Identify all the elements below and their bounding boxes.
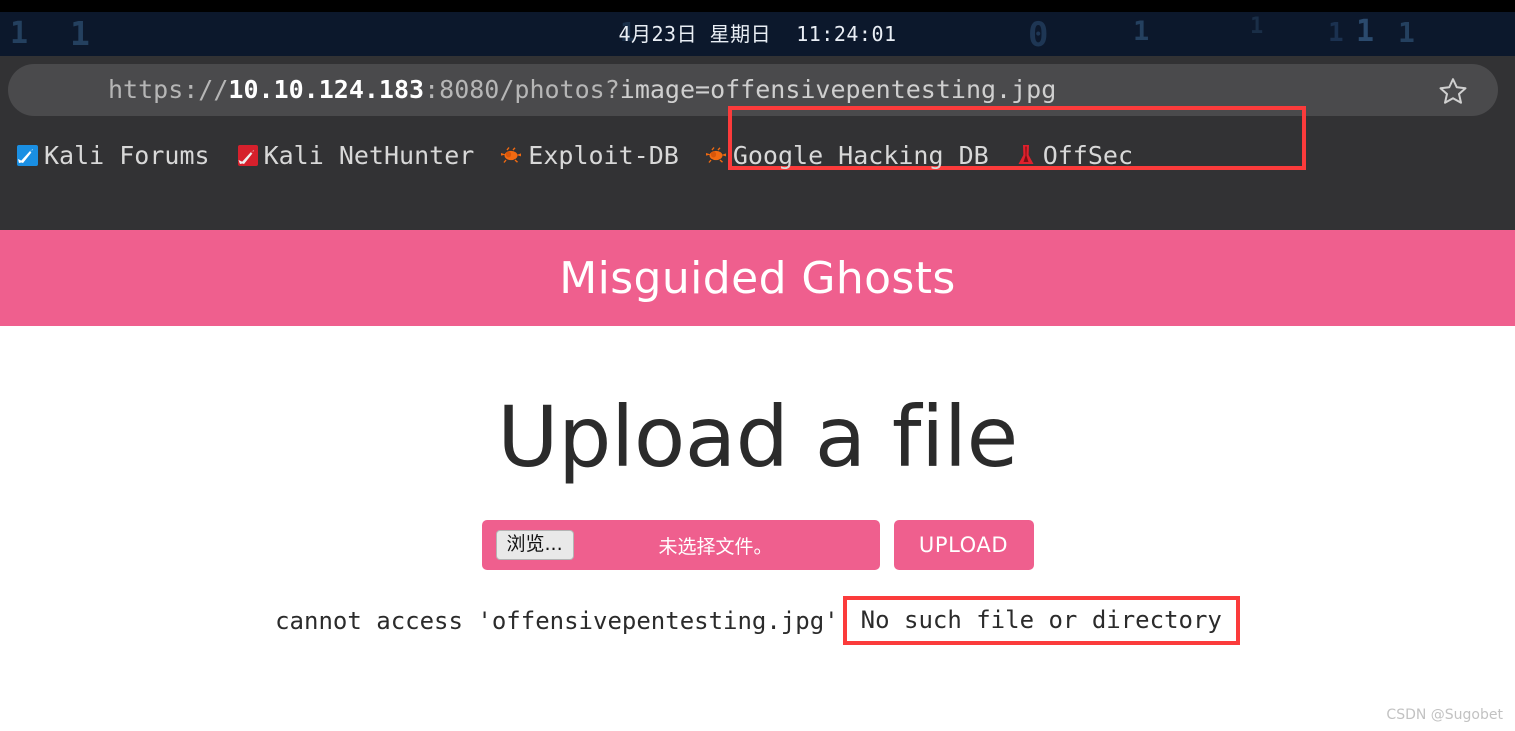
bookmark-offsec[interactable]: OffSec xyxy=(1013,141,1133,170)
site-title: Misguided Ghosts xyxy=(559,252,956,304)
exploitdb-bug-icon xyxy=(498,142,524,168)
exploitdb-bug-icon xyxy=(703,142,729,168)
url-path: :8080/photos? xyxy=(424,75,620,104)
watermark: CSDN @Sugobet xyxy=(1386,707,1503,723)
site-banner: Misguided Ghosts xyxy=(0,230,1515,326)
url-query: image=offensivepentesting.jpg xyxy=(619,75,1057,104)
url-text: https://10.10.124.183:8080/photos?image=… xyxy=(108,64,1056,116)
kali-dragon-red-icon xyxy=(234,142,260,168)
offsec-dragon-icon xyxy=(1013,142,1039,168)
browser-chrome: https://10.10.124.183:8080/photos?image=… xyxy=(0,56,1515,230)
bookmark-exploit-db[interactable]: Exploit-DB xyxy=(498,141,679,170)
desktop-clock: 4月23日 星期日 11:24:01 xyxy=(618,22,897,46)
upload-form: 浏览... 未选择文件。 UPLOAD xyxy=(0,520,1515,570)
address-bar[interactable]: https://10.10.124.183:8080/photos?image=… xyxy=(8,64,1498,116)
urlbar-row: https://10.10.124.183:8080/photos?image=… xyxy=(0,56,1515,170)
bookmark-label: Kali NetHunter xyxy=(263,140,475,170)
bookmark-label: OffSec xyxy=(1042,140,1133,170)
file-status-label: 未选择文件。 xyxy=(658,535,773,558)
star-outline-icon[interactable] xyxy=(1438,76,1468,106)
desktop-top-panel: 1 1 1 0 1 1 1 1 1 4月23日 星期日 11:24:01 xyxy=(0,0,1515,56)
bookmark-label: Exploit-DB xyxy=(528,140,679,170)
bookmark-label: Google Hacking DB xyxy=(732,140,989,170)
error-message-prefix: cannot access 'offensivepentesting.jpg' xyxy=(275,606,839,635)
page-title: Upload a file xyxy=(497,388,1018,486)
bookmark-google-hacking-db[interactable]: Google Hacking DB xyxy=(703,141,989,170)
url-host: 10.10.124.183 xyxy=(228,75,425,104)
upload-button[interactable]: UPLOAD xyxy=(893,520,1034,570)
bookmark-kali-forums[interactable]: Kali Forums xyxy=(14,141,210,170)
bookmark-label: Kali Forums xyxy=(44,140,210,170)
bookmarks-bar: Kali Forums Kali NetHunter Exploit-DB Go… xyxy=(0,124,1515,186)
page-content: Misguided Ghosts Upload a file 浏览... 未选择… xyxy=(0,230,1515,731)
browse-button[interactable]: 浏览... xyxy=(495,530,574,560)
url-scheme: https:// xyxy=(108,75,229,104)
kali-dragon-blue-icon xyxy=(14,142,40,168)
error-message-row: cannot access 'offensivepentesting.jpg' … xyxy=(0,596,1515,645)
error-message-highlighted: No such file or directory xyxy=(842,596,1240,645)
file-input[interactable]: 浏览... 未选择文件。 xyxy=(481,520,880,570)
bookmark-kali-nethunter[interactable]: Kali NetHunter xyxy=(234,140,475,170)
